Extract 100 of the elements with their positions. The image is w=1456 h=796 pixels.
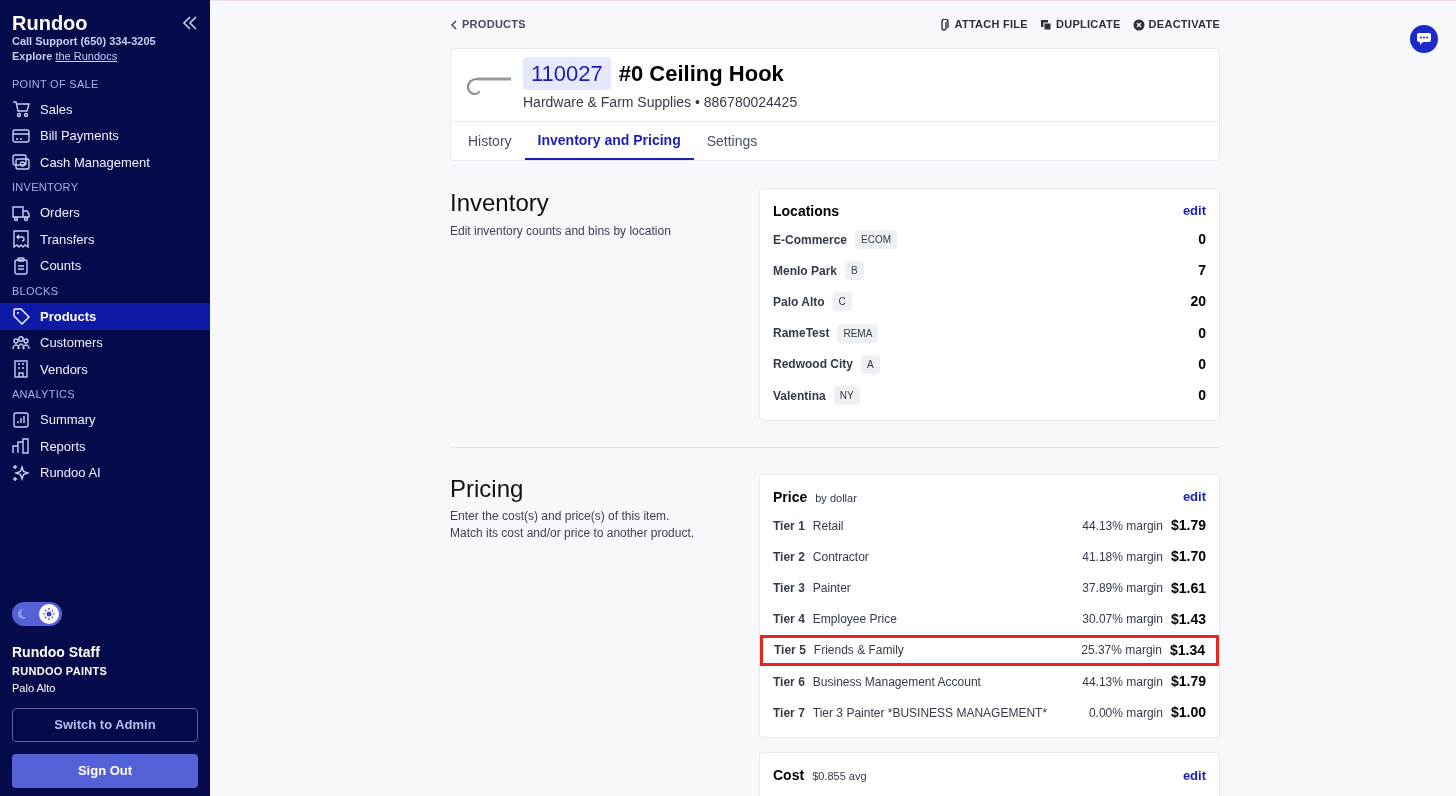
sidebar-item[interactable]: Vendors [0, 356, 210, 383]
location-name: Menlo Park [773, 262, 838, 280]
action-link[interactable]: ATTACH FILE [938, 16, 1028, 33]
sidebar-item[interactable]: Summary [0, 406, 210, 433]
margin-text: 37.89% margin [1082, 580, 1163, 598]
price-value: $1.70 [1170, 547, 1206, 567]
stock-count: 0 [1198, 386, 1206, 406]
sidebar-item[interactable]: Customers [0, 329, 210, 356]
tier-label: Tier 4 [773, 611, 805, 629]
price-value: $1.79 [1170, 672, 1206, 692]
location-name: RameTest [773, 325, 830, 343]
location-code: REMA [837, 323, 879, 343]
nav-section-heading: ANALYTICS [11, 387, 76, 403]
tier-name: Retail [812, 517, 844, 535]
collapse-icon[interactable] [182, 16, 198, 30]
location-name: Redwood City [773, 356, 853, 374]
product-title: #0 Ceiling Hook [618, 60, 784, 88]
tab[interactable]: History [455, 122, 525, 160]
tier-name: Friends & Family [813, 642, 904, 660]
chat-icon [1417, 33, 1431, 45]
nav-section-heading: BLOCKS [11, 283, 60, 299]
tier-label: Tier 6 [773, 673, 805, 691]
margin-text: 25.37% margin [1081, 642, 1162, 660]
tier-name: Painter [812, 580, 851, 598]
margin-text: 44.13% margin [1082, 517, 1163, 535]
bar-chart-icon [12, 437, 30, 456]
location-code: A [861, 354, 880, 374]
back-link[interactable]: PRODUCTS [450, 16, 526, 33]
sku-badge: 110027 [523, 57, 611, 90]
close-circle-icon [1132, 18, 1145, 31]
stock-count: 20 [1190, 292, 1206, 312]
edit-link[interactable]: edit [1182, 487, 1206, 507]
stock-count: 0 [1198, 354, 1206, 374]
tier-name: Employee Price [812, 611, 897, 629]
copy-icon [1040, 18, 1052, 31]
tag-icon [12, 307, 30, 326]
switch-admin-button[interactable]: Switch to Admin [12, 708, 198, 742]
transfer-icon [12, 230, 30, 249]
tier-label: Tier 5 [774, 642, 806, 660]
location-name: Palo Alto [773, 293, 825, 311]
action-link[interactable]: DUPLICATE [1040, 16, 1121, 33]
location-code: B [845, 261, 864, 281]
theme-toggle[interactable] [12, 602, 62, 626]
people-icon [12, 333, 30, 352]
sidebar-item[interactable]: Transfers [0, 226, 210, 253]
tab[interactable]: Inventory and Pricing [524, 122, 694, 160]
building-icon [12, 360, 30, 379]
price-value: $1.79 [1170, 516, 1206, 536]
card-title: Locations [773, 201, 840, 221]
tier-name: Tier 3 Painter *BUSINESS MANAGEMENT* [812, 704, 1048, 722]
section-title: Inventory [450, 188, 550, 218]
card-title: Cost [773, 765, 805, 785]
docs-link[interactable]: the Rundocs [55, 50, 118, 62]
card-subtitle: by dollar [815, 490, 857, 506]
price-value: $1.61 [1170, 578, 1206, 598]
price-value: $1.43 [1170, 609, 1206, 629]
section-title: Pricing [450, 474, 525, 505]
tier-name: Contractor [812, 548, 869, 566]
sidebar-item[interactable]: Rundoo AI [0, 459, 210, 486]
brand-logo: Rundoo [12, 12, 89, 34]
stock-count: 7 [1198, 261, 1206, 281]
price-value: $1.00 [1170, 703, 1206, 723]
sidebar-item[interactable]: Sales [0, 96, 210, 123]
sign-out-button[interactable]: Sign Out [12, 754, 198, 788]
sidebar-item[interactable]: Bill Payments [0, 122, 210, 149]
chat-button[interactable] [1410, 25, 1438, 53]
cart-icon [12, 100, 30, 119]
edit-link[interactable]: edit [1182, 201, 1206, 221]
action-link[interactable]: DEACTIVATE [1132, 16, 1220, 33]
sidebar-item[interactable]: Products [0, 303, 210, 330]
sidebar-item[interactable]: Orders [0, 199, 210, 226]
edit-link[interactable]: edit [1182, 765, 1206, 786]
margin-text: 0.00% margin [1088, 704, 1163, 722]
chart-icon [12, 410, 30, 429]
tier-label: Tier 3 [773, 580, 805, 598]
card-icon [12, 126, 30, 145]
sidebar-item[interactable]: Cash Management [0, 149, 210, 176]
sun-icon [43, 608, 55, 620]
card-subtitle: $0.855 avg [812, 768, 867, 784]
margin-text: 41.18% margin [1082, 548, 1163, 566]
user-location: Palo Alto [12, 680, 57, 696]
company-name: RUNDOO PAINTS [12, 664, 109, 679]
location-code: NY [833, 386, 860, 406]
sidebar-item[interactable]: Reports [0, 433, 210, 460]
chevron-left-icon [450, 19, 458, 30]
tier-label: Tier 1 [773, 517, 805, 535]
stock-count: 0 [1198, 323, 1206, 343]
moon-icon [15, 607, 29, 621]
tab[interactable]: Settings [693, 122, 771, 160]
location-name: E-Commerce [773, 231, 848, 249]
truck-icon [12, 203, 30, 222]
stock-count: 0 [1198, 230, 1206, 250]
clipboard-icon [12, 256, 30, 275]
location-code: ECOM [855, 230, 898, 250]
card-title: Price [773, 487, 808, 507]
margin-text: 44.13% margin [1082, 673, 1163, 691]
sidebar-item[interactable]: Counts [0, 252, 210, 279]
tier-label: Tier 2 [773, 548, 805, 566]
nav-section-heading: INVENTORY [11, 180, 80, 196]
tier-name: Business Management Account [812, 673, 981, 691]
